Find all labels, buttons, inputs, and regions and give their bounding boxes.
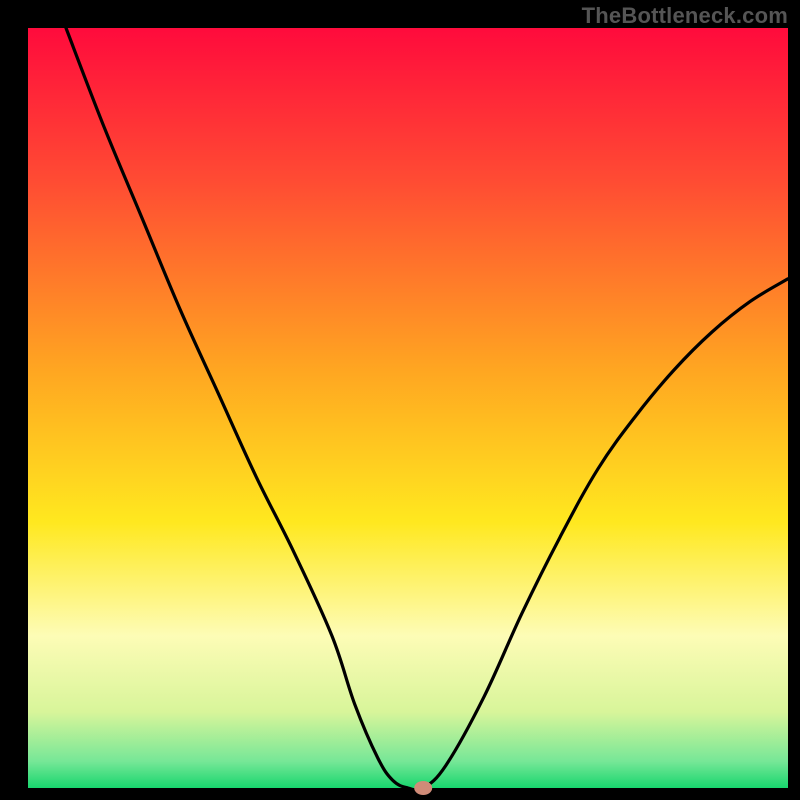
- bottleneck-curve-plot: [0, 0, 800, 800]
- optimal-point-marker: [414, 781, 432, 795]
- watermark-text: TheBottleneck.com: [582, 3, 788, 29]
- plot-background: [28, 28, 788, 788]
- chart-stage: { "watermark": { "text": "TheBottleneck.…: [0, 0, 800, 800]
